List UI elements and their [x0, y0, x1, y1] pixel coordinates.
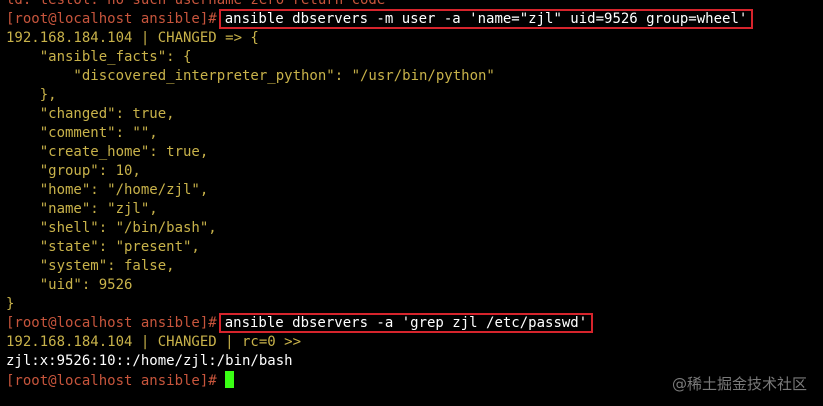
output-line: "discovered_interpreter_python": "/usr/b… [6, 68, 495, 84]
output-line: 192.168.184.104 | CHANGED | rc=0 >> [6, 334, 302, 350]
output-line: "uid": 9526 [6, 277, 133, 293]
output-line: "changed": true, [6, 106, 175, 122]
passwd-entry-line: zjl:x:9526:10::/home/zjl:/bin/bash [6, 353, 293, 369]
output-line: "system": false, [6, 258, 175, 274]
output-line: } [6, 296, 15, 312]
output-line: "group": 10, [6, 163, 141, 179]
output-line: }, [6, 87, 57, 103]
text-cursor [224, 371, 234, 388]
highlighted-command: ansible dbservers -m user -a 'name="zjl"… [218, 9, 754, 29]
output-line: "create_home": true, [6, 144, 209, 160]
shell-prompt: [root@localhost ansible]# [6, 11, 217, 27]
output-line: "name": "zjl", [6, 201, 158, 217]
watermark-text: @稀土掘金技术社区 [671, 375, 807, 393]
terminal-output[interactable]: ld: testol: no such username zero return… [6, 0, 823, 390]
highlighted-command: ansible dbservers -a 'grep zjl /etc/pass… [218, 313, 594, 333]
output-line: 192.168.184.104 | CHANGED => { [6, 30, 259, 46]
output-line: "state": "present", [6, 239, 200, 255]
command-line: [root@localhost ansible]# ansible dbserve… [6, 313, 823, 333]
command-line: [root@localhost ansible]# ansible dbserve… [6, 9, 823, 29]
output-line: "ansible_facts": { [6, 49, 192, 65]
output-line: "shell": "/bin/bash", [6, 220, 217, 236]
shell-prompt: [root@localhost ansible]# [6, 315, 217, 331]
output-line: "home": "/home/zjl", [6, 182, 209, 198]
partial-line-text: ld: testol: no such username zero return… [6, 0, 386, 8]
shell-prompt: [root@localhost ansible]# [6, 373, 217, 389]
output-line: "comment": "", [6, 125, 158, 141]
